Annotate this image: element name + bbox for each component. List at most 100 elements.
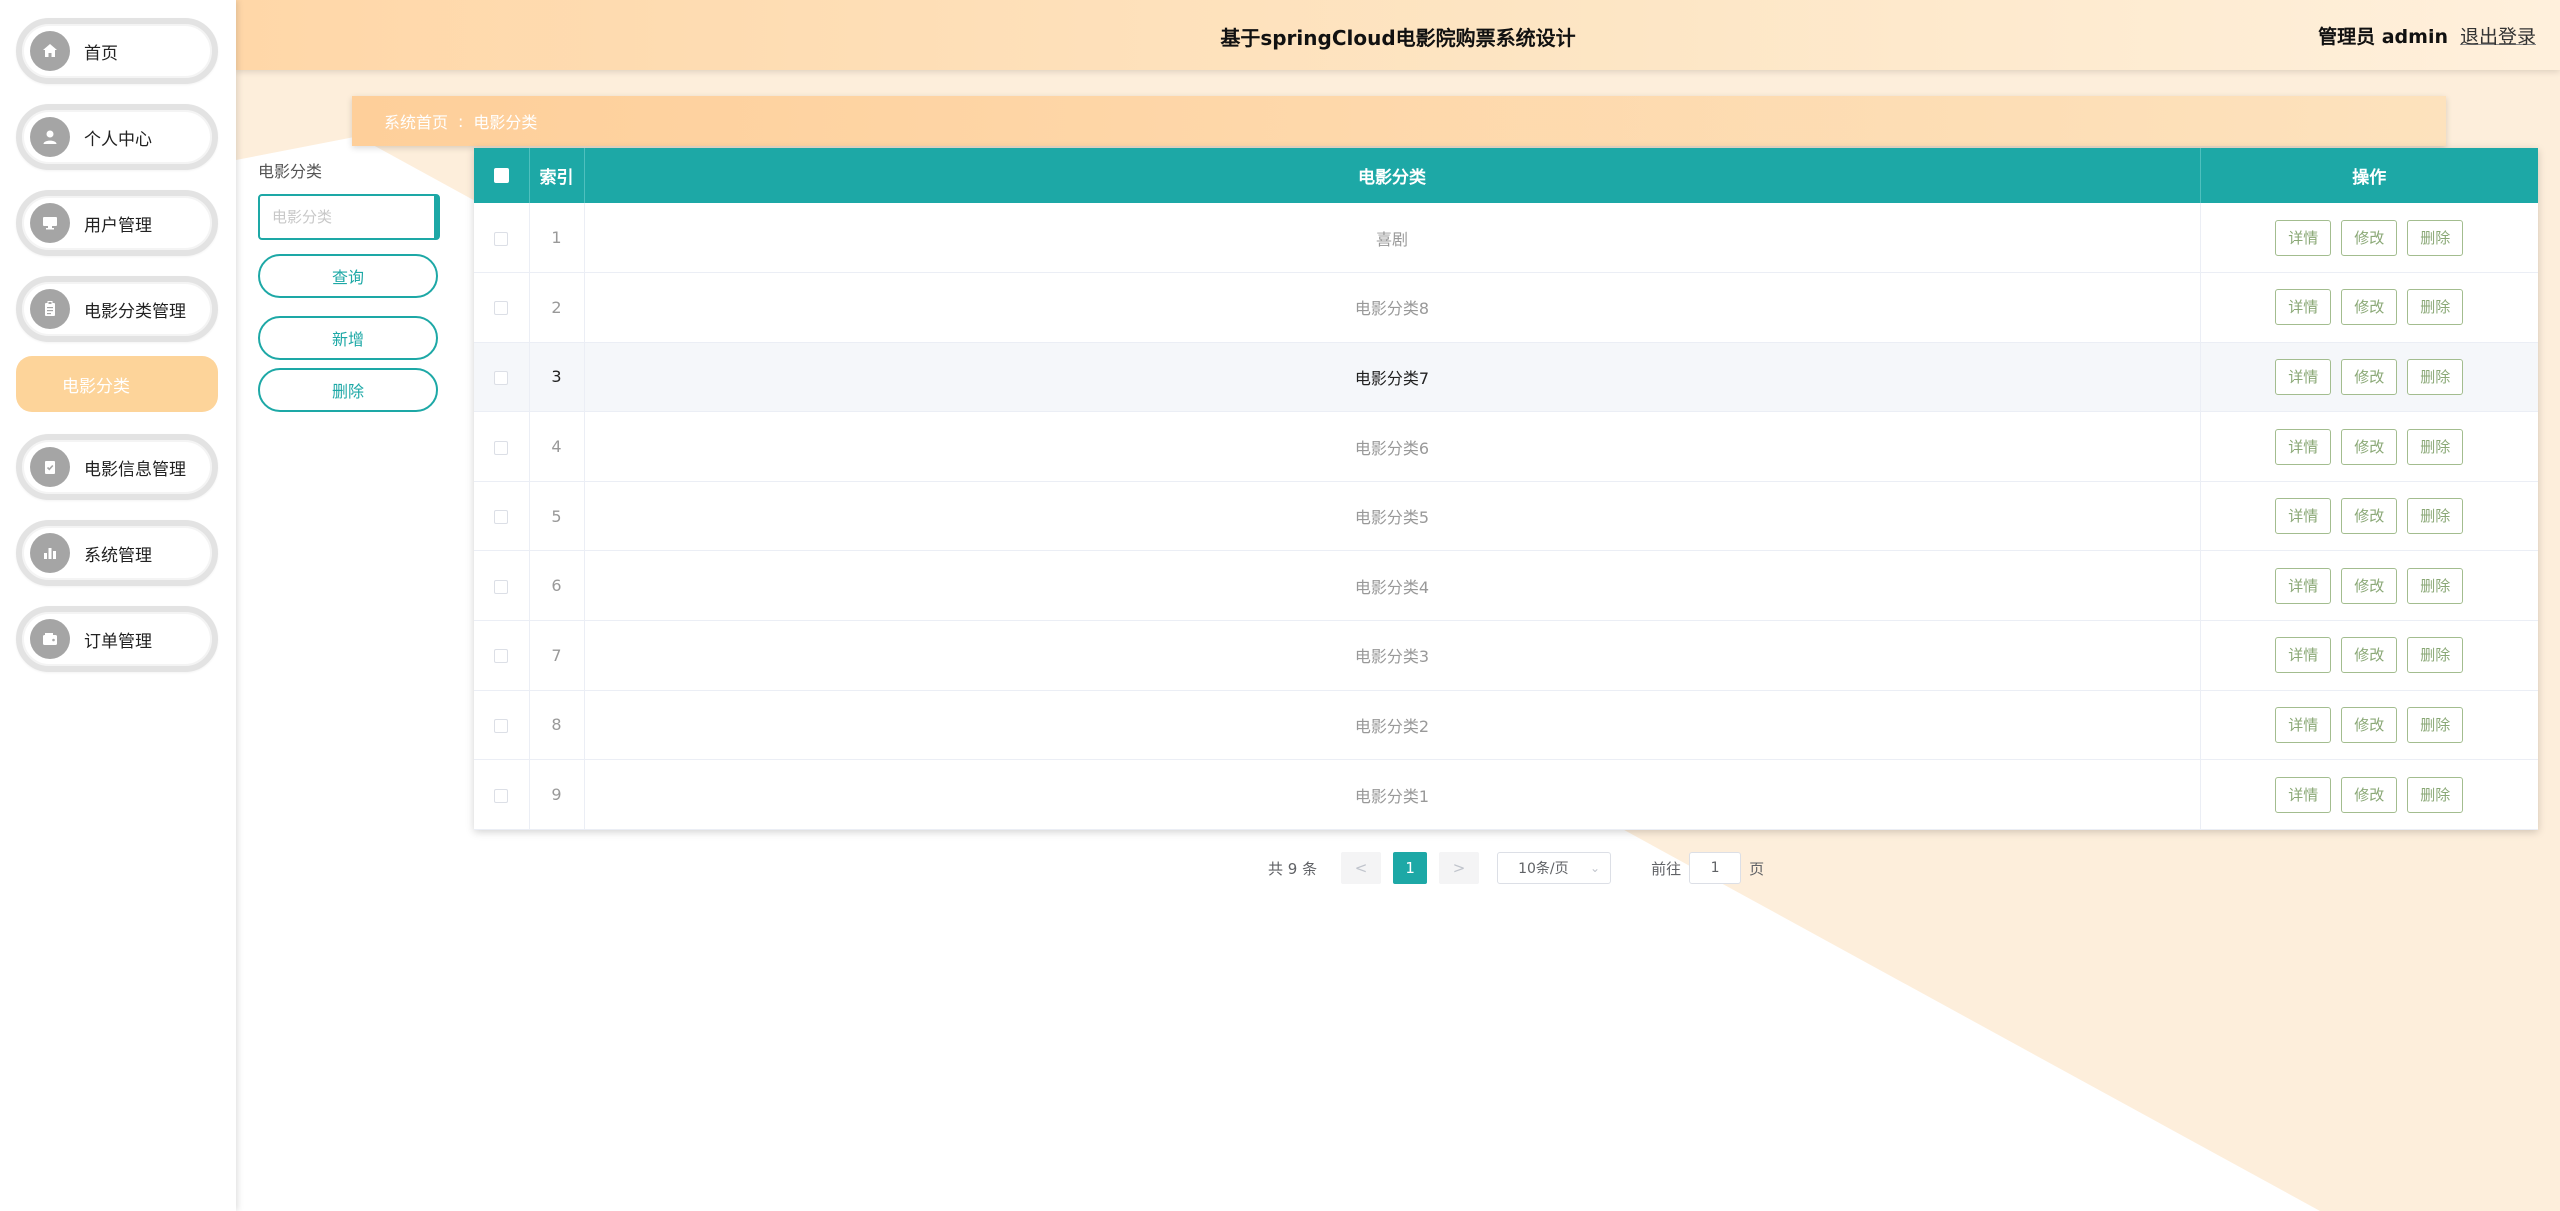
- row-checkbox[interactable]: [494, 301, 509, 316]
- goto-page: 前往 页: [1651, 852, 1764, 884]
- row-index: 1: [529, 203, 585, 274]
- row-checkbox[interactable]: [494, 440, 509, 455]
- clipboard-icon: [30, 289, 70, 329]
- detail-button[interactable]: 详情: [2275, 289, 2332, 326]
- category-search-input[interactable]: [258, 194, 440, 240]
- row-index: 3: [529, 342, 585, 413]
- row-actions: 详情 修改 删除: [2200, 411, 2538, 482]
- row-actions: 详情 修改 删除: [2200, 342, 2538, 413]
- row-actions: 详情 修改 删除: [2200, 550, 2538, 622]
- delete-button[interactable]: 删除: [2407, 219, 2464, 256]
- delete-button[interactable]: 删除: [2407, 706, 2464, 743]
- table-row: 2 电影分类8 详情 修改 删除: [474, 272, 2538, 343]
- select-all-checkbox[interactable]: [493, 168, 509, 183]
- table-row: 3 电影分类7 详情 修改 删除: [474, 342, 2538, 413]
- query-button[interactable]: 查询: [258, 254, 438, 298]
- sidebar-item-label: 电影信息管理: [84, 459, 186, 480]
- table-row: 8 电影分类2 详情 修改 删除: [474, 690, 2538, 761]
- sidebar-item-home[interactable]: 首页: [16, 18, 218, 84]
- delete-button[interactable]: 删除: [2407, 776, 2464, 813]
- edit-button[interactable]: 修改: [2341, 219, 2398, 256]
- next-page-button[interactable]: >: [1439, 852, 1480, 884]
- detail-button[interactable]: 详情: [2275, 428, 2332, 465]
- row-index: 8: [529, 690, 585, 761]
- actions-header: 操作: [2352, 168, 2387, 188]
- row-checkbox[interactable]: [494, 718, 509, 733]
- row-select-cell: [474, 759, 530, 830]
- detail-button[interactable]: 详情: [2275, 219, 2332, 256]
- row-category: 电影分类1: [584, 759, 2201, 830]
- detail-button[interactable]: 详情: [2275, 637, 2332, 674]
- logout-link[interactable]: 退出登录: [2460, 22, 2536, 49]
- page-number-1[interactable]: 1: [1393, 852, 1428, 884]
- edit-button[interactable]: 修改: [2341, 498, 2398, 535]
- detail-button[interactable]: 详情: [2275, 706, 2332, 743]
- sidebar-subitem-movie-category[interactable]: 电影分类: [16, 356, 218, 412]
- sidebar-item-category-management[interactable]: 电影分类管理: [16, 276, 218, 342]
- edit-button[interactable]: 修改: [2341, 358, 2398, 395]
- row-actions: 详情 修改 删除: [2200, 620, 2538, 691]
- sidebar-item-label: 电影分类管理: [84, 301, 186, 322]
- add-button[interactable]: 新增: [258, 316, 438, 360]
- delete-button[interactable]: 删除: [2407, 637, 2464, 674]
- edit-button[interactable]: 修改: [2341, 637, 2398, 674]
- batch-delete-button[interactable]: 删除: [258, 368, 438, 412]
- row-select-cell: [474, 550, 530, 622]
- breadcrumb-home[interactable]: 系统首页: [384, 109, 448, 133]
- page-size-select[interactable]: 10条/页 ⌄: [1497, 852, 1612, 884]
- delete-button[interactable]: 删除: [2407, 289, 2464, 326]
- detail-button[interactable]: 详情: [2275, 567, 2332, 604]
- total-count: 共 9 条: [1268, 859, 1318, 878]
- edit-button[interactable]: 修改: [2341, 776, 2398, 813]
- sidebar-item-label: 首页: [84, 43, 118, 64]
- detail-button[interactable]: 详情: [2275, 498, 2332, 535]
- row-actions: 详情 修改 删除: [2200, 481, 2538, 552]
- select-all-header: [474, 148, 530, 203]
- monitor-icon: [30, 203, 70, 243]
- row-checkbox[interactable]: [494, 788, 509, 803]
- sidebar-item-profile[interactable]: 个人中心: [16, 104, 218, 170]
- detail-button[interactable]: 详情: [2275, 776, 2332, 813]
- goto-page-input[interactable]: [1689, 852, 1742, 884]
- row-checkbox[interactable]: [494, 649, 509, 664]
- prev-page-button[interactable]: <: [1341, 852, 1382, 884]
- edit-button[interactable]: 修改: [2341, 567, 2398, 604]
- row-select-cell: [474, 411, 530, 482]
- sidebar-item-users[interactable]: 用户管理: [16, 190, 218, 256]
- table-body: 1 喜剧 详情 修改 删除 2 电影分类8 详情 修改 删除 3 电影分类7 详情 修改删…: [474, 203, 2538, 830]
- detail-button[interactable]: 详情: [2275, 358, 2332, 395]
- breadcrumb-separator: :: [458, 111, 464, 131]
- search-panel: 电影分类 查询 新增 删除: [258, 158, 440, 412]
- row-category: 电影分类7: [584, 342, 2201, 413]
- goto-suffix: 页: [1749, 859, 1765, 878]
- row-checkbox[interactable]: [494, 510, 509, 525]
- edit-button[interactable]: 修改: [2341, 289, 2398, 326]
- delete-button[interactable]: 删除: [2407, 498, 2464, 535]
- sidebar-item-label: 订单管理: [84, 631, 152, 652]
- row-select-cell: [474, 342, 530, 413]
- row-category: 电影分类3: [584, 620, 2201, 691]
- row-category: 电影分类8: [584, 272, 2201, 343]
- row-select-cell: [474, 272, 530, 343]
- row-checkbox[interactable]: [494, 231, 509, 246]
- row-actions: 详情 修改 删除: [2200, 272, 2538, 343]
- chevron-down-icon: ⌄: [1590, 861, 1601, 875]
- row-checkbox[interactable]: [494, 370, 509, 385]
- user-icon: [30, 117, 70, 157]
- row-checkbox[interactable]: [494, 579, 509, 594]
- delete-button[interactable]: 删除: [2407, 428, 2464, 465]
- delete-button[interactable]: 删除: [2407, 567, 2464, 604]
- delete-button[interactable]: 删除: [2407, 358, 2464, 395]
- sidebar-item-system[interactable]: 系统管理: [16, 520, 218, 586]
- sidebar-item-movie-info[interactable]: 电影信息管理: [16, 434, 218, 500]
- table-row: 1 喜剧 详情 修改 删除: [474, 203, 2538, 274]
- goto-prefix: 前往: [1651, 859, 1682, 878]
- edit-button[interactable]: 修改: [2341, 428, 2398, 465]
- sidebar-item-orders[interactable]: 订单管理: [16, 606, 218, 672]
- row-index: 9: [529, 759, 585, 830]
- header-user-area: 管理员 admin 退出登录: [2318, 22, 2536, 49]
- wallet-icon: [30, 619, 70, 659]
- index-header: 索引: [529, 148, 585, 203]
- table-row: 4 电影分类6 详情 修改 删除: [474, 411, 2538, 482]
- edit-button[interactable]: 修改: [2341, 706, 2398, 743]
